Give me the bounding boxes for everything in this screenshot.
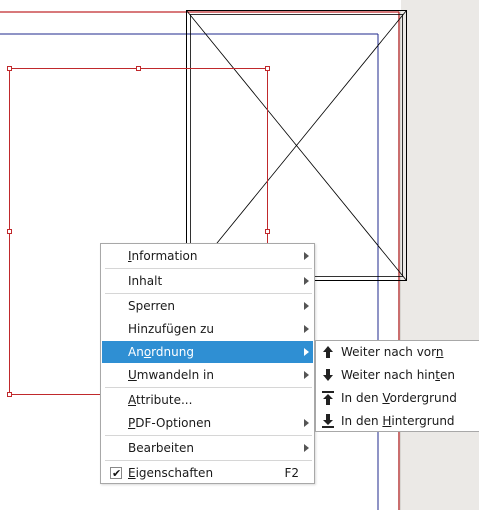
menu-item-pdf-optionen[interactable]: PDF-Optionen <box>102 412 313 434</box>
bring-to-front-icon <box>322 391 334 405</box>
resize-handle-top-middle[interactable] <box>136 66 141 71</box>
resize-handle-top-left[interactable] <box>7 66 12 71</box>
menu-item-in-den-vordergrund[interactable]: In den Vordergrund <box>316 387 479 410</box>
menu-separator <box>105 460 312 461</box>
send-to-back-icon <box>322 414 334 428</box>
menu-item-umwandeln-in[interactable]: Umwandeln in <box>102 364 313 386</box>
menu-separator <box>105 435 312 436</box>
checkbox-checked-icon: ✔ <box>110 467 122 480</box>
menu-item-attribute[interactable]: Attribute... <box>102 389 313 411</box>
shortcut-label: F2 <box>284 466 299 480</box>
menu-item-eigenschaften[interactable]: ✔ Eigenschaften F2 <box>102 462 313 484</box>
submenu-arrow-icon <box>304 444 309 452</box>
menu-item-anordnung[interactable]: Anordnung <box>102 341 313 363</box>
submenu-arrow-icon <box>304 348 309 356</box>
menu-separator <box>105 387 312 388</box>
arrange-submenu: Weiter nach vorn Weiter nach hinten In d… <box>315 340 479 432</box>
menu-separator <box>105 293 312 294</box>
menu-item-bearbeiten[interactable]: Bearbeiten <box>102 437 313 459</box>
menu-item-weiter-nach-vorn[interactable]: Weiter nach vorn <box>316 341 479 364</box>
resize-handle-middle-right[interactable] <box>265 229 270 234</box>
submenu-arrow-icon <box>304 302 309 310</box>
submenu-arrow-icon <box>304 252 309 260</box>
menu-item-in-den-hintergrund[interactable]: In den Hintergrund <box>316 410 479 433</box>
submenu-arrow-icon <box>304 325 309 333</box>
submenu-arrow-icon <box>304 371 309 379</box>
resize-handle-middle-left[interactable] <box>7 229 12 234</box>
arrow-down-icon <box>323 369 333 381</box>
resize-handle-bottom-left[interactable] <box>7 392 12 397</box>
menu-separator <box>105 268 312 269</box>
menu-item-information[interactable]: Information <box>102 245 313 267</box>
context-menu: Information Inhalt Sperren Hinzufügen zu… <box>100 243 315 484</box>
menu-item-hinzufuegen-zu[interactable]: Hinzufügen zu <box>102 318 313 340</box>
submenu-arrow-icon <box>304 277 309 285</box>
menu-item-weiter-nach-hinten[interactable]: Weiter nach hinten <box>316 364 479 387</box>
arrow-up-icon <box>323 346 333 358</box>
menu-item-sperren[interactable]: Sperren <box>102 295 313 317</box>
resize-handle-top-right[interactable] <box>265 66 270 71</box>
submenu-arrow-icon <box>304 419 309 427</box>
menu-item-inhalt[interactable]: Inhalt <box>102 270 313 292</box>
